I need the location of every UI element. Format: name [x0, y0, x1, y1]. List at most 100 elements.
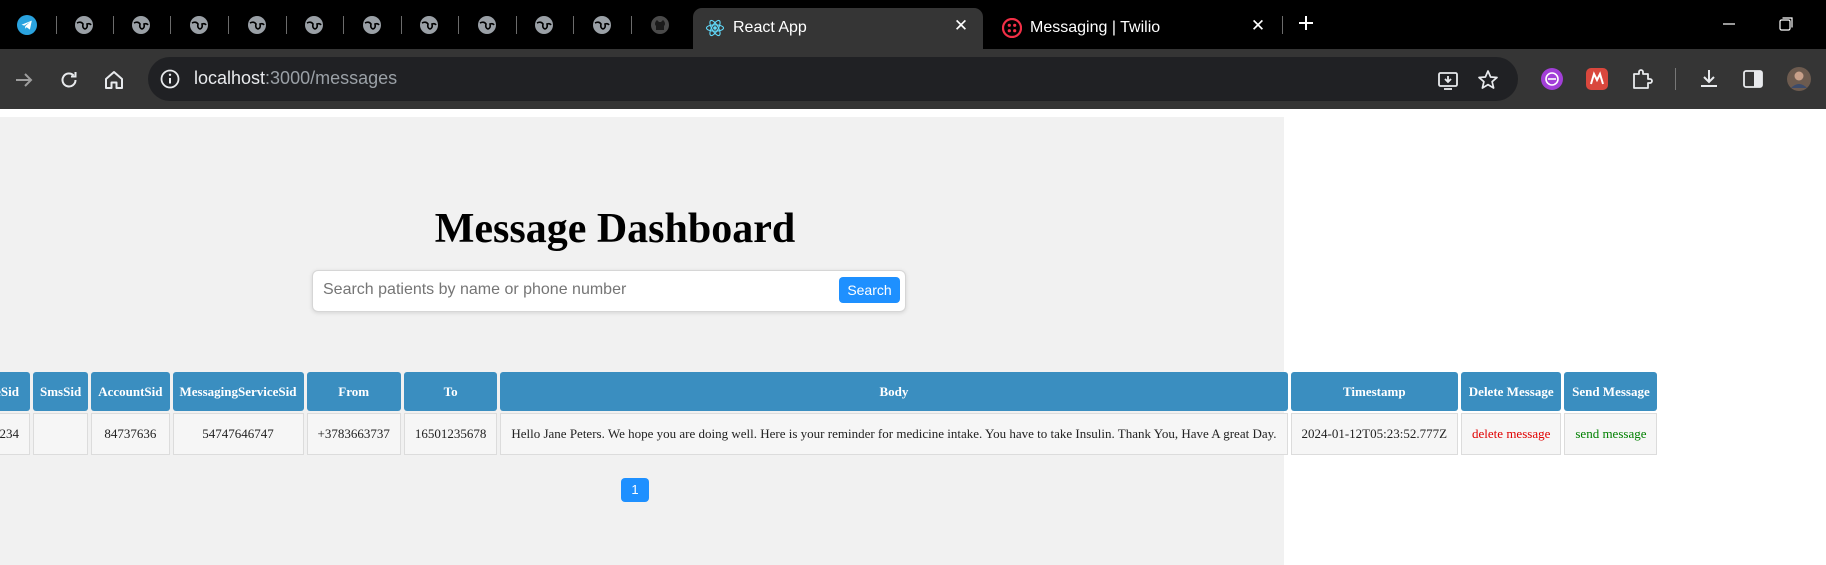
minimize-icon: [1723, 23, 1735, 25]
tab-twilio-messaging[interactable]: Messaging | Twilio ✕: [990, 8, 1280, 49]
globe-icon: [593, 16, 611, 34]
cell-sms-sid: [33, 413, 89, 455]
tab-separator: [401, 16, 402, 34]
pinned-tab-site[interactable]: [533, 14, 555, 36]
tab-separator: [56, 16, 57, 34]
download-icon: [1701, 70, 1717, 87]
telegram-icon: [17, 15, 37, 35]
column-header-messaging-service-sid: MessagingServiceSid: [172, 372, 304, 411]
pinned-tab-site[interactable]: [246, 14, 268, 36]
tab-react-app[interactable]: React App ✕: [693, 8, 983, 49]
close-tab-icon[interactable]: ✕: [1248, 16, 1268, 36]
close-tab-icon[interactable]: ✕: [951, 16, 971, 36]
page-title: Message Dashboard: [434, 206, 796, 252]
pinned-tab-telegram[interactable]: [16, 14, 38, 36]
address-bar[interactable]: localhost:3000/messages: [148, 57, 1518, 101]
globe-icon: [535, 16, 553, 34]
globe-icon: [420, 16, 438, 34]
side-panel-button[interactable]: [1740, 66, 1766, 92]
cell-to: 16501235678: [403, 413, 498, 455]
twilio-icon: [1002, 18, 1022, 38]
tab-separator: [286, 16, 287, 34]
delete-message-link[interactable]: delete message: [1461, 413, 1562, 455]
restore-button[interactable]: [1774, 12, 1798, 36]
cell-account-sid: 84737636: [91, 413, 170, 455]
install-app-icon[interactable]: [1436, 68, 1460, 92]
pinned-tab-site[interactable]: [188, 14, 210, 36]
toolbar-divider: [1675, 68, 1676, 90]
pinned-tab-site[interactable]: [591, 14, 613, 36]
pinned-tab-site[interactable]: [73, 14, 95, 36]
restore-icon: [1779, 17, 1793, 31]
globe-icon: [305, 16, 323, 34]
tab-separator: [458, 16, 459, 34]
downloads-button[interactable]: [1696, 66, 1722, 92]
column-header-from: From: [306, 372, 401, 411]
column-header-message-sid: MessageSid: [0, 372, 30, 411]
pinned-tab-github[interactable]: [649, 14, 671, 36]
tab-separator: [170, 16, 171, 34]
column-header-to: To: [403, 372, 498, 411]
home-button[interactable]: [101, 67, 127, 93]
send-message-link[interactable]: send message: [1564, 413, 1658, 455]
cell-body: Hello Jane Peters. We hope you are doing…: [500, 413, 1288, 455]
react-icon: [705, 19, 725, 37]
puzzle-icon: [1633, 69, 1653, 89]
side-panel-icon: [1743, 70, 1763, 88]
tab-separator: [573, 16, 574, 34]
tab-separator: [228, 16, 229, 34]
globe-icon: [363, 16, 381, 34]
pinned-tab-site[interactable]: [130, 14, 152, 36]
column-header-account-sid: AccountSid: [91, 372, 170, 411]
extension-red[interactable]: [1584, 66, 1610, 92]
url-text: localhost:3000/messages: [194, 68, 397, 89]
reload-button[interactable]: [56, 67, 82, 93]
tab-title: React App: [733, 19, 807, 36]
bookmark-star-icon[interactable]: [1476, 68, 1500, 92]
globe-icon: [478, 16, 496, 34]
globe-icon: [75, 16, 93, 34]
globe-icon: [248, 16, 266, 34]
pinned-tab-site[interactable]: [418, 14, 440, 36]
tab-separator: [631, 16, 632, 34]
globe-icon: [190, 16, 208, 34]
globe-icon: [132, 16, 150, 34]
extension-red-icon: [1586, 68, 1608, 90]
extensions-button[interactable]: [1629, 66, 1655, 92]
cell-timestamp: 2024-01-12T05:23:52.777Z: [1290, 413, 1459, 455]
cell-messaging-service-sid: 54747646747: [172, 413, 304, 455]
search-button[interactable]: Search: [839, 277, 900, 303]
url-path: :3000/messages: [265, 68, 398, 88]
message-dashboard-page: Message Dashboard Search MessageSid SmsS…: [0, 117, 1658, 565]
column-header-sms-sid: SmsSid: [33, 372, 89, 411]
search-bar: Search: [312, 270, 906, 312]
tab-title: Messaging | Twilio: [1030, 19, 1161, 36]
pinned-tab-site[interactable]: [476, 14, 498, 36]
column-header-timestamp: Timestamp: [1290, 372, 1459, 411]
pinned-tab-site[interactable]: [361, 14, 383, 36]
new-tab-button[interactable]: [1292, 10, 1320, 36]
messages-table: MessageSid SmsSid AccountSid MessagingSe…: [0, 370, 1660, 457]
extension-purple[interactable]: [1539, 66, 1565, 92]
profile-button[interactable]: [1786, 66, 1812, 92]
cell-message-sid: 1501231234: [0, 413, 30, 455]
plus-icon: [1299, 16, 1313, 30]
pinned-tab-site[interactable]: [303, 14, 325, 36]
github-icon: [651, 16, 669, 34]
info-icon[interactable]: [158, 67, 182, 91]
table-header-row: MessageSid SmsSid AccountSid MessagingSe…: [0, 372, 1658, 411]
url-host: localhost: [194, 68, 266, 88]
column-header-body: Body: [500, 372, 1288, 411]
search-input[interactable]: [321, 277, 805, 303]
minimize-button[interactable]: [1717, 12, 1741, 36]
arrow-right-icon: [16, 73, 33, 87]
cell-from: +3783663737: [306, 413, 401, 455]
reload-icon: [61, 72, 77, 88]
pagination-page-button[interactable]: 1: [621, 478, 649, 502]
forward-button[interactable]: [11, 67, 37, 93]
browser-toolbar: localhost:3000/messages: [0, 49, 1826, 109]
table-row: 1501231234 84737636 54747646747 +3783663…: [0, 413, 1658, 455]
viewport-top: [0, 109, 1826, 117]
browser-tab-strip: React App ✕ Messaging | Twilio ✕: [0, 0, 1826, 49]
tab-separator: [113, 16, 114, 34]
